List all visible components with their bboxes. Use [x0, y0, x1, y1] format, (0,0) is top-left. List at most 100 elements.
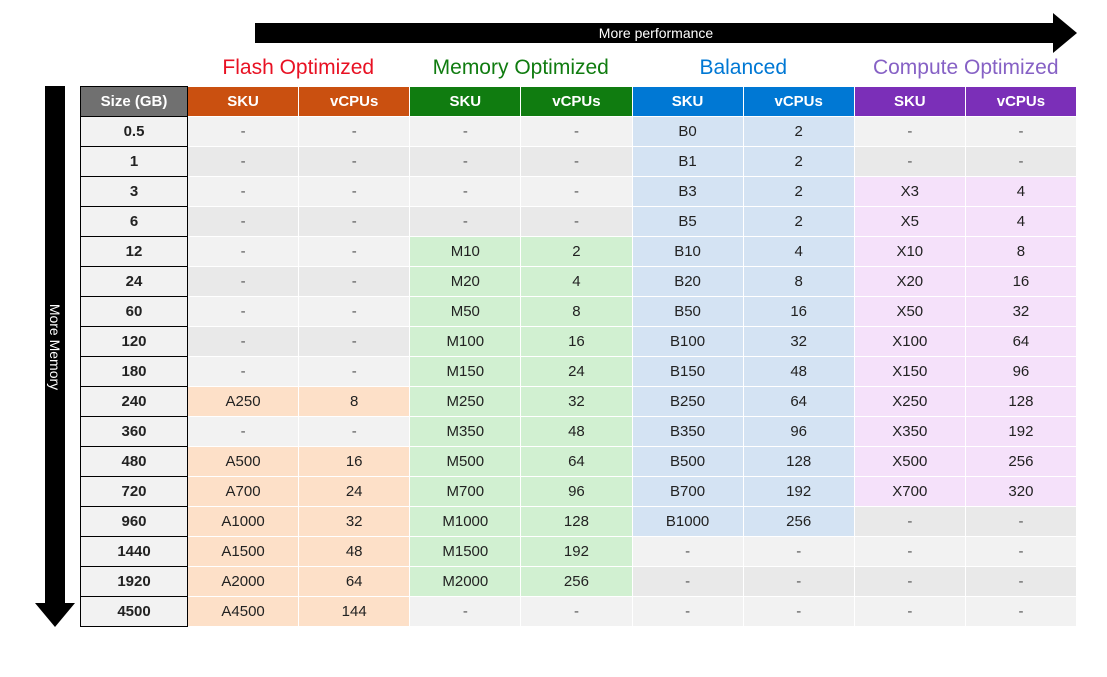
cell-memory-vcpus: 96 — [521, 477, 632, 507]
cell-memory-vcpus: - — [521, 597, 632, 627]
cell-memory-vcpus: 256 — [521, 567, 632, 597]
cell-compute-sku: - — [854, 147, 965, 177]
cell-memory-vcpus: - — [521, 207, 632, 237]
cell-compute-sku: X50 — [854, 297, 965, 327]
col-header-compute-vcpus: vCPUs — [965, 87, 1076, 117]
cell-size: 0.5 — [81, 117, 188, 147]
table-row: 12--M102B104X108 — [81, 237, 1077, 267]
cell-flash-sku: - — [188, 417, 299, 447]
cell-balanced-sku: B1000 — [632, 507, 743, 537]
cell-flash-vcpus: - — [299, 417, 410, 447]
cell-balanced-sku: B3 — [632, 177, 743, 207]
table-row: 1920A200064M2000256---- — [81, 567, 1077, 597]
cell-flash-vcpus: 8 — [299, 387, 410, 417]
cell-balanced-vcpus: 4 — [743, 237, 854, 267]
table-row: 1----B12-- — [81, 147, 1077, 177]
cell-flash-vcpus: - — [299, 327, 410, 357]
cell-balanced-vcpus: - — [743, 537, 854, 567]
cell-balanced-vcpus: 64 — [743, 387, 854, 417]
cell-size: 180 — [81, 357, 188, 387]
cell-balanced-vcpus: 8 — [743, 267, 854, 297]
cell-balanced-vcpus: 16 — [743, 297, 854, 327]
cell-memory-sku: M250 — [410, 387, 521, 417]
cell-flash-vcpus: 144 — [299, 597, 410, 627]
cell-flash-vcpus: 16 — [299, 447, 410, 477]
cell-flash-vcpus: 32 — [299, 507, 410, 537]
cell-flash-vcpus: - — [299, 147, 410, 177]
cell-balanced-sku: - — [632, 537, 743, 567]
cell-size: 6 — [81, 207, 188, 237]
cell-memory-vcpus: - — [521, 117, 632, 147]
cell-compute-sku: - — [854, 597, 965, 627]
table-row: 4500A4500144------ — [81, 597, 1077, 627]
cell-size: 3 — [81, 177, 188, 207]
cell-balanced-sku: B1 — [632, 147, 743, 177]
cell-balanced-vcpus: - — [743, 597, 854, 627]
table-row: 480A50016M50064B500128X500256 — [81, 447, 1077, 477]
cell-balanced-vcpus: 2 — [743, 117, 854, 147]
cell-flash-vcpus: - — [299, 117, 410, 147]
cell-flash-sku: - — [188, 177, 299, 207]
cell-size: 1440 — [81, 537, 188, 567]
cell-memory-sku: M100 — [410, 327, 521, 357]
cell-compute-vcpus: 16 — [965, 267, 1076, 297]
cell-size: 1920 — [81, 567, 188, 597]
cell-compute-sku: - — [854, 567, 965, 597]
cell-flash-vcpus: 48 — [299, 537, 410, 567]
table-row: 6----B52X54 — [81, 207, 1077, 237]
cell-compute-sku: - — [854, 537, 965, 567]
col-header-compute-sku: SKU — [854, 87, 965, 117]
cell-balanced-sku: B150 — [632, 357, 743, 387]
cell-compute-sku: X5 — [854, 207, 965, 237]
cell-compute-vcpus: - — [965, 507, 1076, 537]
cell-memory-sku: - — [410, 597, 521, 627]
cell-memory-sku: M2000 — [410, 567, 521, 597]
cell-memory-sku: M20 — [410, 267, 521, 297]
table-row: 3----B32X34 — [81, 177, 1077, 207]
cell-flash-vcpus: - — [299, 237, 410, 267]
cell-compute-sku: X700 — [854, 477, 965, 507]
cell-flash-sku: - — [188, 297, 299, 327]
cell-flash-vcpus: 64 — [299, 567, 410, 597]
cell-size: 960 — [81, 507, 188, 537]
cell-balanced-sku: - — [632, 567, 743, 597]
cell-balanced-vcpus: 2 — [743, 147, 854, 177]
cell-balanced-sku: B500 — [632, 447, 743, 477]
cell-memory-vcpus: - — [521, 177, 632, 207]
cell-memory-sku: M1500 — [410, 537, 521, 567]
cell-size: 480 — [81, 447, 188, 477]
cell-flash-sku: A4500 — [188, 597, 299, 627]
cell-flash-vcpus: - — [299, 267, 410, 297]
cell-size: 12 — [81, 237, 188, 267]
cell-compute-sku: X500 — [854, 447, 965, 477]
cell-balanced-sku: B100 — [632, 327, 743, 357]
cell-compute-vcpus: 4 — [965, 207, 1076, 237]
cell-memory-sku: - — [410, 147, 521, 177]
cell-compute-sku: - — [854, 117, 965, 147]
cell-memory-sku: M700 — [410, 477, 521, 507]
cell-balanced-sku: - — [632, 597, 743, 627]
cell-balanced-sku: B700 — [632, 477, 743, 507]
cell-memory-vcpus: 4 — [521, 267, 632, 297]
cell-memory-vcpus: 48 — [521, 417, 632, 447]
table-row: 60--M508B5016X5032 — [81, 297, 1077, 327]
col-header-flash-vcpus: vCPUs — [299, 87, 410, 117]
cell-flash-sku: - — [188, 147, 299, 177]
axis-memory-label: More Memory — [47, 303, 63, 389]
cell-balanced-sku: B10 — [632, 237, 743, 267]
cell-flash-sku: - — [188, 267, 299, 297]
cell-compute-sku: X100 — [854, 327, 965, 357]
cell-compute-vcpus: - — [965, 567, 1076, 597]
cell-compute-vcpus: 8 — [965, 237, 1076, 267]
table-row: 24--M204B208X2016 — [81, 267, 1077, 297]
cell-compute-vcpus: 4 — [965, 177, 1076, 207]
cell-balanced-sku: B350 — [632, 417, 743, 447]
cell-size: 720 — [81, 477, 188, 507]
cell-flash-sku: - — [188, 327, 299, 357]
cell-compute-sku: - — [854, 507, 965, 537]
cell-memory-sku: - — [410, 207, 521, 237]
cell-size: 24 — [81, 267, 188, 297]
table-row: 960A100032M1000128B1000256-- — [81, 507, 1077, 537]
table-row: 720A70024M70096B700192X700320 — [81, 477, 1077, 507]
cell-memory-sku: M350 — [410, 417, 521, 447]
